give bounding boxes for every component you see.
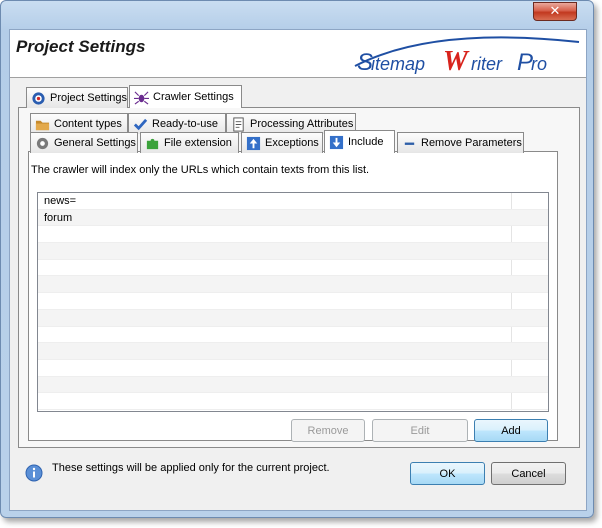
- list-empty-row: [38, 260, 548, 277]
- spider-icon: [134, 90, 149, 105]
- tab-project-settings[interactable]: Project Settings: [26, 87, 128, 108]
- checkmark-icon: [133, 118, 148, 130]
- list-item[interactable]: forum: [38, 209, 548, 227]
- list-empty-row: [38, 343, 548, 360]
- remove-button[interactable]: Remove: [291, 419, 365, 442]
- list-empty-row: [38, 243, 548, 260]
- close-button[interactable]: ✕: [533, 2, 577, 21]
- tab-crawler-settings-label: Crawler Settings: [153, 91, 234, 103]
- minus-icon: [404, 142, 415, 145]
- folder-icon: [35, 120, 50, 130]
- edit-button[interactable]: Edit: [372, 419, 468, 442]
- sitemapwriterpro-logo: S itemap W riter P ro: [354, 36, 580, 76]
- tab-project-settings-label: Project Settings: [50, 92, 128, 104]
- include-description: The crawler will index only the URLs whi…: [31, 164, 370, 176]
- tab-file-extension-label: File extension: [164, 137, 232, 149]
- tab-exceptions[interactable]: Exceptions: [241, 132, 323, 153]
- list-empty-row: [38, 309, 548, 327]
- gear-icon: [32, 91, 45, 105]
- list-empty-row: [38, 393, 548, 410]
- svg-text:W: W: [443, 46, 470, 76]
- svg-text:riter: riter: [471, 54, 503, 74]
- tab-general-settings[interactable]: General Settings: [30, 132, 138, 153]
- list-empty-row: [38, 376, 548, 394]
- tab-crawler-settings[interactable]: Crawler Settings: [129, 85, 242, 108]
- ok-button[interactable]: OK: [410, 462, 485, 485]
- tab-remove-parameters[interactable]: Remove Parameters: [397, 132, 524, 153]
- close-icon: ✕: [549, 4, 561, 19]
- tab-processing-attributes-label: Processing Attributes: [250, 118, 354, 130]
- list-empty-row: [38, 327, 548, 344]
- puzzle-icon: [146, 138, 159, 149]
- cancel-button[interactable]: Cancel: [491, 462, 566, 485]
- list-empty-row: [38, 293, 548, 310]
- arrow-down-icon: [329, 135, 344, 149]
- page-title: Project Settings: [16, 37, 146, 56]
- tab-exceptions-label: Exceptions: [265, 137, 319, 149]
- list-item[interactable]: news=: [38, 193, 548, 210]
- add-button[interactable]: Add: [474, 419, 548, 442]
- dialog-header: Project Settings S itemap W riter P ro: [10, 30, 586, 78]
- tab-content-types[interactable]: Content types: [30, 113, 128, 134]
- tab-include[interactable]: Include: [324, 130, 395, 153]
- tab-file-extension[interactable]: File extension: [140, 132, 239, 153]
- svg-text:ro: ro: [531, 54, 547, 74]
- list-empty-row: [38, 360, 548, 377]
- tab-remove-parameters-label: Remove Parameters: [421, 137, 522, 149]
- include-list[interactable]: news= forum: [37, 192, 549, 412]
- svg-text:itemap: itemap: [371, 54, 425, 74]
- list-empty-row: [38, 276, 548, 294]
- footer-note: These settings will be applied only for …: [52, 462, 330, 474]
- gear-icon: [36, 137, 49, 149]
- tab-content-types-label: Content types: [54, 118, 122, 130]
- tab-ready-to-use-label: Ready-to-use: [152, 118, 219, 130]
- arrow-up-icon: [246, 136, 261, 150]
- list-empty-row: [38, 226, 548, 244]
- tab-general-settings-label: General Settings: [54, 137, 136, 149]
- document-icon: [233, 116, 244, 132]
- info-icon: [25, 464, 43, 482]
- tab-ready-to-use[interactable]: Ready-to-use: [128, 113, 226, 134]
- tab-include-label: Include: [348, 136, 384, 148]
